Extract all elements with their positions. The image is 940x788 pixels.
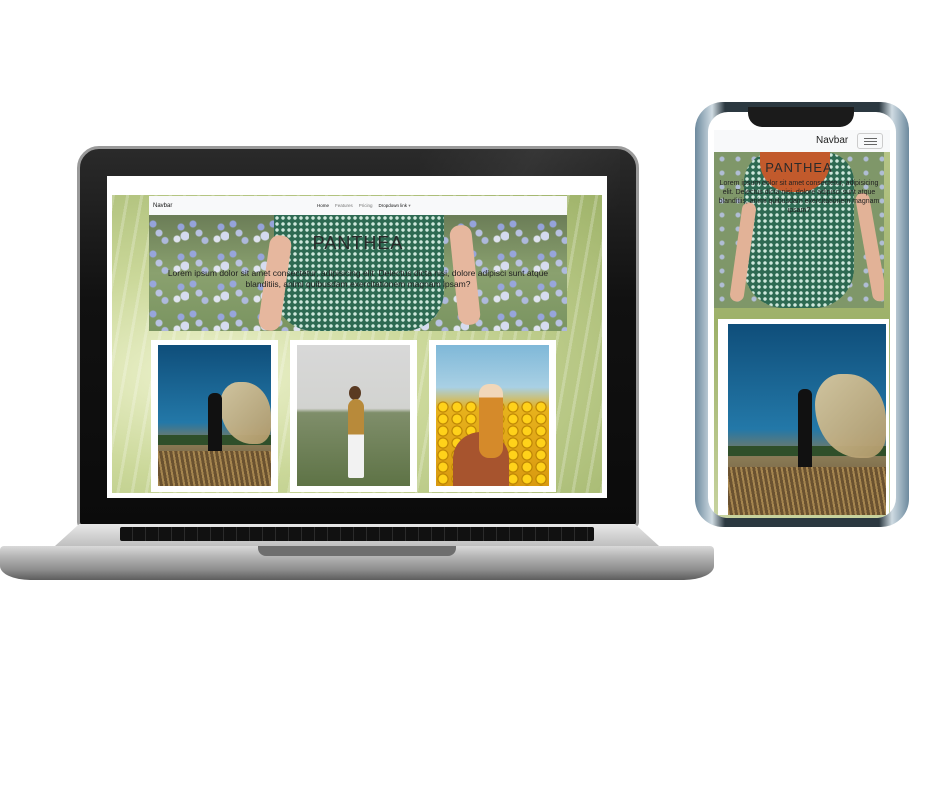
gallery-card[interactable] <box>151 340 278 492</box>
caret-down-icon: ▾ <box>408 202 411 208</box>
hero-title: PANTHEA <box>765 160 833 175</box>
hero-text: Lorem ipsum dolor sit amet consectetur, … <box>718 180 880 214</box>
phone-notch <box>748 107 854 127</box>
navbar-links: Home Features Pricing Dropdown link ▾ <box>317 203 411 209</box>
phone-screen: PANTHEA Lorem ipsum dolor sit amet conse… <box>708 112 896 518</box>
phone-hero-section: PANTHEA Lorem ipsum dolor sit amet conse… <box>714 152 884 308</box>
gallery-card[interactable] <box>718 319 889 515</box>
gallery-card[interactable] <box>429 340 556 492</box>
hamburger-menu-icon[interactable] <box>857 133 883 149</box>
nav-link-home[interactable]: Home <box>317 203 329 209</box>
laptop-navbar: Navbar Home Features Pricing Dropdown li… <box>149 196 567 215</box>
hero-text: Lorem ipsum dolor sit amet consectetur, … <box>167 268 549 289</box>
device-mockup: Navbar Home Features Pricing Dropdown li… <box>0 0 940 788</box>
laptop-screen: Navbar Home Features Pricing Dropdown li… <box>107 176 607 498</box>
navbar-brand[interactable]: Navbar <box>153 203 172 209</box>
woman-with-scarf-photo <box>728 324 886 515</box>
phone-navbar: Navbar <box>714 130 890 152</box>
nav-link-dropdown: Dropdown link <box>378 202 408 208</box>
nav-link-pricing[interactable]: Pricing <box>359 203 373 209</box>
gallery-card[interactable] <box>290 340 417 492</box>
navbar-brand[interactable]: Navbar <box>816 135 848 146</box>
woman-in-flowers-photo <box>436 345 549 486</box>
hero-section: PANTHEA Lorem ipsum dolor sit amet conse… <box>149 215 567 331</box>
keyboard <box>120 527 594 541</box>
nav-dropdown[interactable]: Dropdown link ▾ <box>379 203 411 209</box>
laptop-base <box>0 524 714 580</box>
nav-link-features[interactable]: Features <box>335 203 353 209</box>
hero-title: PANTHEA <box>312 233 404 253</box>
woman-with-scarf-photo <box>158 345 271 486</box>
woman-in-field-photo <box>297 345 410 486</box>
